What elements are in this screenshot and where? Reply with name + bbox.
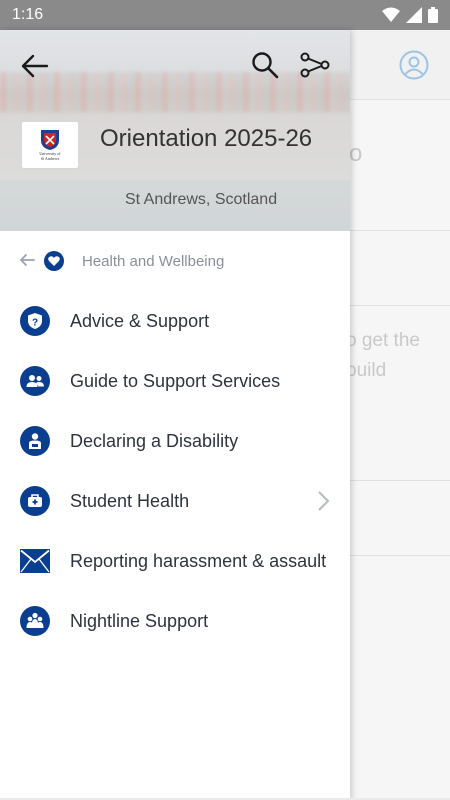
menu-list: ? Advice & Support Guide to Support Serv…: [0, 291, 350, 651]
menu-item-guide-support-services[interactable]: Guide to Support Services: [0, 351, 350, 411]
search-icon[interactable]: [250, 50, 280, 80]
envelope-icon: [20, 549, 50, 573]
menu-item-student-health[interactable]: Student Health: [0, 471, 350, 531]
chevron-right-icon: [318, 491, 330, 511]
background-text: o get the: [346, 330, 420, 351]
logo-text: St Andrews: [40, 156, 60, 161]
menu-item-reporting-harassment[interactable]: Reporting harassment & assault: [0, 531, 350, 591]
app-title: Orientation 2025-26: [100, 125, 313, 152]
shield-question-icon: ?: [20, 306, 50, 336]
svg-text:?: ?: [32, 318, 38, 329]
menu-item-declaring-disability[interactable]: Declaring a Disability: [0, 411, 350, 471]
share-icon[interactable]: [300, 50, 330, 80]
crest-icon: [41, 130, 59, 150]
battery-icon: [428, 7, 438, 23]
menu-item-label: Reporting harassment & assault: [70, 551, 327, 571]
profile-icon[interactable]: [399, 50, 429, 80]
menu-item-label: Student Health: [70, 491, 190, 511]
menu-item-label: Advice & Support: [70, 311, 210, 331]
drawer-header: University of St Andrews Orientation 202…: [0, 30, 350, 231]
navigation-drawer: University of St Andrews Orientation 202…: [0, 30, 350, 800]
app-location: St Andrews, Scotland: [125, 191, 278, 208]
medical-bag-icon: [20, 486, 50, 516]
breadcrumb-label: Health and Wellbeing: [82, 253, 225, 270]
back-arrow-icon[interactable]: [20, 52, 50, 80]
menu-item-label: Guide to Support Services: [70, 371, 281, 391]
background-divider: [350, 230, 450, 231]
menu-item-advice-support[interactable]: ? Advice & Support: [0, 291, 350, 351]
menu-item-label: Nightline Support: [70, 611, 209, 631]
signal-icon: [406, 7, 422, 23]
background-divider: [350, 305, 450, 306]
status-bar: 1:16: [0, 0, 450, 30]
background-heading: o: [349, 140, 363, 167]
breadcrumb-back-icon[interactable]: [19, 253, 35, 267]
background-text: build: [346, 360, 387, 381]
wifi-icon: [382, 7, 400, 22]
status-time: 1:16: [12, 6, 44, 23]
heart-icon: [44, 251, 64, 271]
menu-item-nightline-support[interactable]: Nightline Support: [0, 591, 350, 651]
group-icon: [20, 606, 50, 636]
background-divider: [350, 555, 450, 556]
breadcrumb[interactable]: Health and Wellbeing: [0, 231, 350, 291]
menu-item-label: Declaring a Disability: [70, 431, 239, 451]
person-badge-icon: [20, 426, 50, 456]
university-logo: University of St Andrews: [21, 121, 79, 169]
people-icon: [20, 366, 50, 396]
background-divider: [350, 480, 450, 481]
